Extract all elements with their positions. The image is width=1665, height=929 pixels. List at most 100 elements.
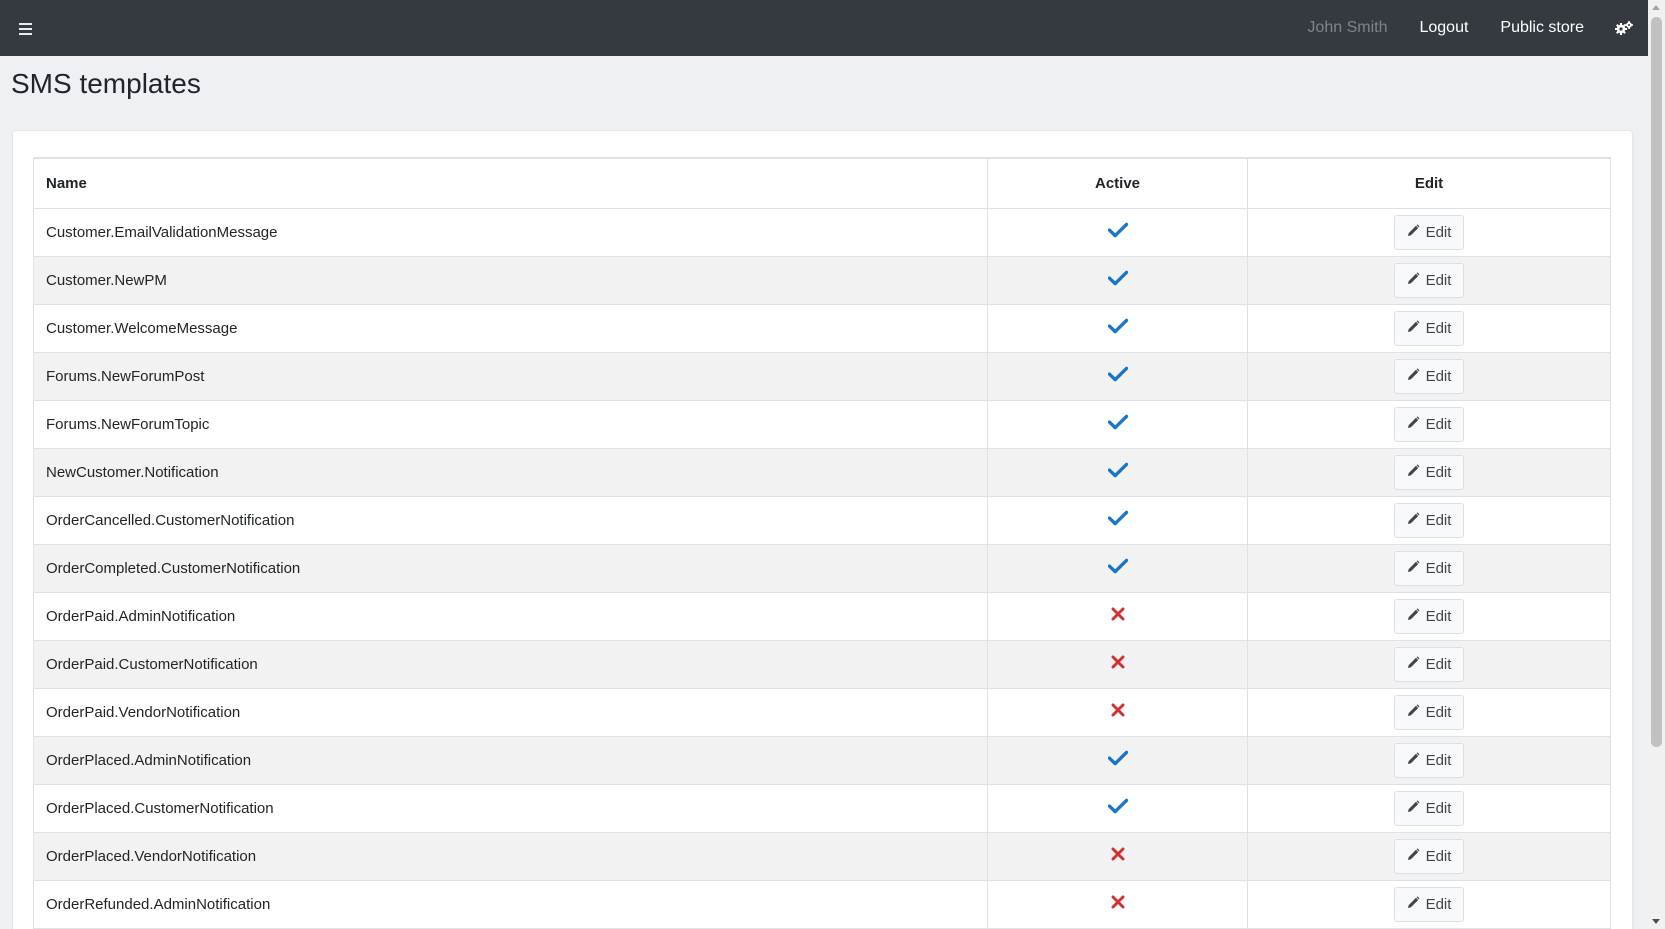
edit-button-label: Edit [1425, 703, 1452, 721]
public-store-link[interactable]: Public store [1484, 0, 1600, 56]
active-cell [987, 495, 1248, 545]
template-name-cell: OrderPlaced.AdminNotification [33, 735, 988, 785]
active-cell [987, 591, 1248, 641]
check-icon [1107, 366, 1128, 386]
table-row: OrderPlaced.AdminNotification Edit [33, 735, 1611, 785]
x-icon [1111, 607, 1125, 625]
edit-button[interactable]: Edit [1393, 358, 1465, 394]
table-row: OrderCancelled.CustomerNotification Edit [33, 495, 1611, 545]
check-icon [1107, 318, 1128, 338]
hamburger-icon[interactable] [0, 0, 50, 56]
edit-button-label: Edit [1425, 511, 1452, 529]
edit-button[interactable]: Edit [1393, 454, 1465, 490]
edit-cell: Edit [1247, 639, 1611, 689]
edit-button[interactable]: Edit [1393, 598, 1465, 634]
edit-cell: Edit [1247, 351, 1611, 401]
pencil-icon [1407, 895, 1420, 913]
edit-button[interactable]: Edit [1393, 310, 1465, 346]
edit-button[interactable]: Edit [1393, 406, 1465, 442]
edit-button[interactable]: Edit [1393, 646, 1465, 682]
active-cell [987, 783, 1248, 833]
edit-button[interactable]: Edit [1393, 550, 1465, 586]
table-row: NewCustomer.Notification Edit [33, 447, 1611, 497]
edit-button[interactable]: Edit [1393, 502, 1465, 538]
check-icon [1107, 558, 1128, 578]
template-name-cell: OrderCompleted.CustomerNotification [33, 543, 988, 593]
x-icon [1111, 655, 1125, 673]
edit-cell: Edit [1247, 399, 1611, 449]
top-navbar: John Smith Logout Public store [0, 0, 1648, 56]
edit-button[interactable]: Edit [1393, 886, 1465, 922]
pencil-icon [1407, 655, 1420, 673]
edit-button[interactable]: Edit [1393, 214, 1465, 250]
gears-icon[interactable] [1600, 0, 1648, 56]
vertical-scrollbar[interactable] [1648, 0, 1665, 929]
edit-button-label: Edit [1425, 223, 1452, 241]
template-name-cell: OrderPaid.VendorNotification [33, 687, 988, 737]
active-cell [987, 447, 1248, 497]
column-header-active[interactable]: Active [987, 157, 1248, 209]
active-cell [987, 303, 1248, 353]
edit-cell: Edit [1247, 879, 1611, 929]
edit-button-label: Edit [1425, 415, 1452, 433]
table-row: Customer.NewPM Edit [33, 255, 1611, 305]
table-header-row: Name Active Edit [33, 157, 1611, 209]
pencil-icon [1407, 799, 1420, 817]
template-name-cell: NewCustomer.Notification [33, 447, 988, 497]
active-cell [987, 255, 1248, 305]
pencil-icon [1407, 703, 1420, 721]
edit-button-label: Edit [1425, 271, 1452, 289]
pencil-icon [1407, 607, 1420, 625]
table-row: Customer.WelcomeMessage Edit [33, 303, 1611, 353]
edit-button[interactable]: Edit [1393, 838, 1465, 874]
edit-cell: Edit [1247, 543, 1611, 593]
edit-button-label: Edit [1425, 895, 1452, 913]
user-name-link[interactable]: John Smith [1291, 0, 1403, 56]
check-icon [1107, 462, 1128, 482]
template-name-cell: OrderPaid.CustomerNotification [33, 639, 988, 689]
check-icon [1107, 270, 1128, 290]
template-name-cell: OrderPlaced.CustomerNotification [33, 783, 988, 833]
edit-button[interactable]: Edit [1393, 262, 1465, 298]
check-icon [1107, 510, 1128, 530]
table-body: Customer.EmailValidationMessage Edit Custo… [33, 207, 1611, 929]
logout-link[interactable]: Logout [1403, 0, 1484, 56]
pencil-icon [1407, 223, 1420, 241]
scrollbar-thumb[interactable] [1651, 17, 1662, 747]
page-title: SMS templates [11, 68, 201, 99]
edit-button[interactable]: Edit [1393, 790, 1465, 826]
check-icon [1107, 222, 1128, 242]
table-row: OrderRefunded.AdminNotification Edit [33, 879, 1611, 929]
edit-button[interactable]: Edit [1393, 742, 1465, 778]
check-icon [1107, 750, 1128, 770]
active-cell [987, 207, 1248, 257]
edit-cell: Edit [1247, 495, 1611, 545]
scroll-down-arrow-icon[interactable] [1652, 919, 1660, 924]
edit-cell: Edit [1247, 687, 1611, 737]
column-header-edit: Edit [1247, 157, 1611, 209]
pencil-icon [1407, 511, 1420, 529]
active-cell [987, 687, 1248, 737]
sms-templates-table: Name Active Edit Customer.EmailValidatio… [33, 157, 1611, 929]
edit-button-label: Edit [1425, 847, 1452, 865]
edit-button[interactable]: Edit [1393, 694, 1465, 730]
active-cell [987, 879, 1248, 929]
column-header-name[interactable]: Name [33, 157, 988, 209]
table-row: OrderPaid.CustomerNotification Edit [33, 639, 1611, 689]
template-name-cell: Forums.NewForumTopic [33, 399, 988, 449]
scroll-up-arrow-icon[interactable] [1652, 5, 1660, 10]
edit-button-label: Edit [1425, 799, 1452, 817]
edit-cell: Edit [1247, 783, 1611, 833]
active-cell [987, 639, 1248, 689]
template-name-cell: OrderRefunded.AdminNotification [33, 879, 988, 929]
template-name-cell: OrderPlaced.VendorNotification [33, 831, 988, 881]
edit-button-label: Edit [1425, 559, 1452, 577]
templates-card: Name Active Edit Customer.EmailValidatio… [12, 130, 1633, 929]
edit-button-label: Edit [1425, 607, 1452, 625]
pencil-icon [1407, 415, 1420, 433]
active-cell [987, 735, 1248, 785]
app: John Smith Logout Public store SMS templ… [0, 0, 1665, 929]
table-row: OrderPlaced.VendorNotification Edit [33, 831, 1611, 881]
table-row: Forums.NewForumPost Edit [33, 351, 1611, 401]
x-icon [1111, 895, 1125, 913]
